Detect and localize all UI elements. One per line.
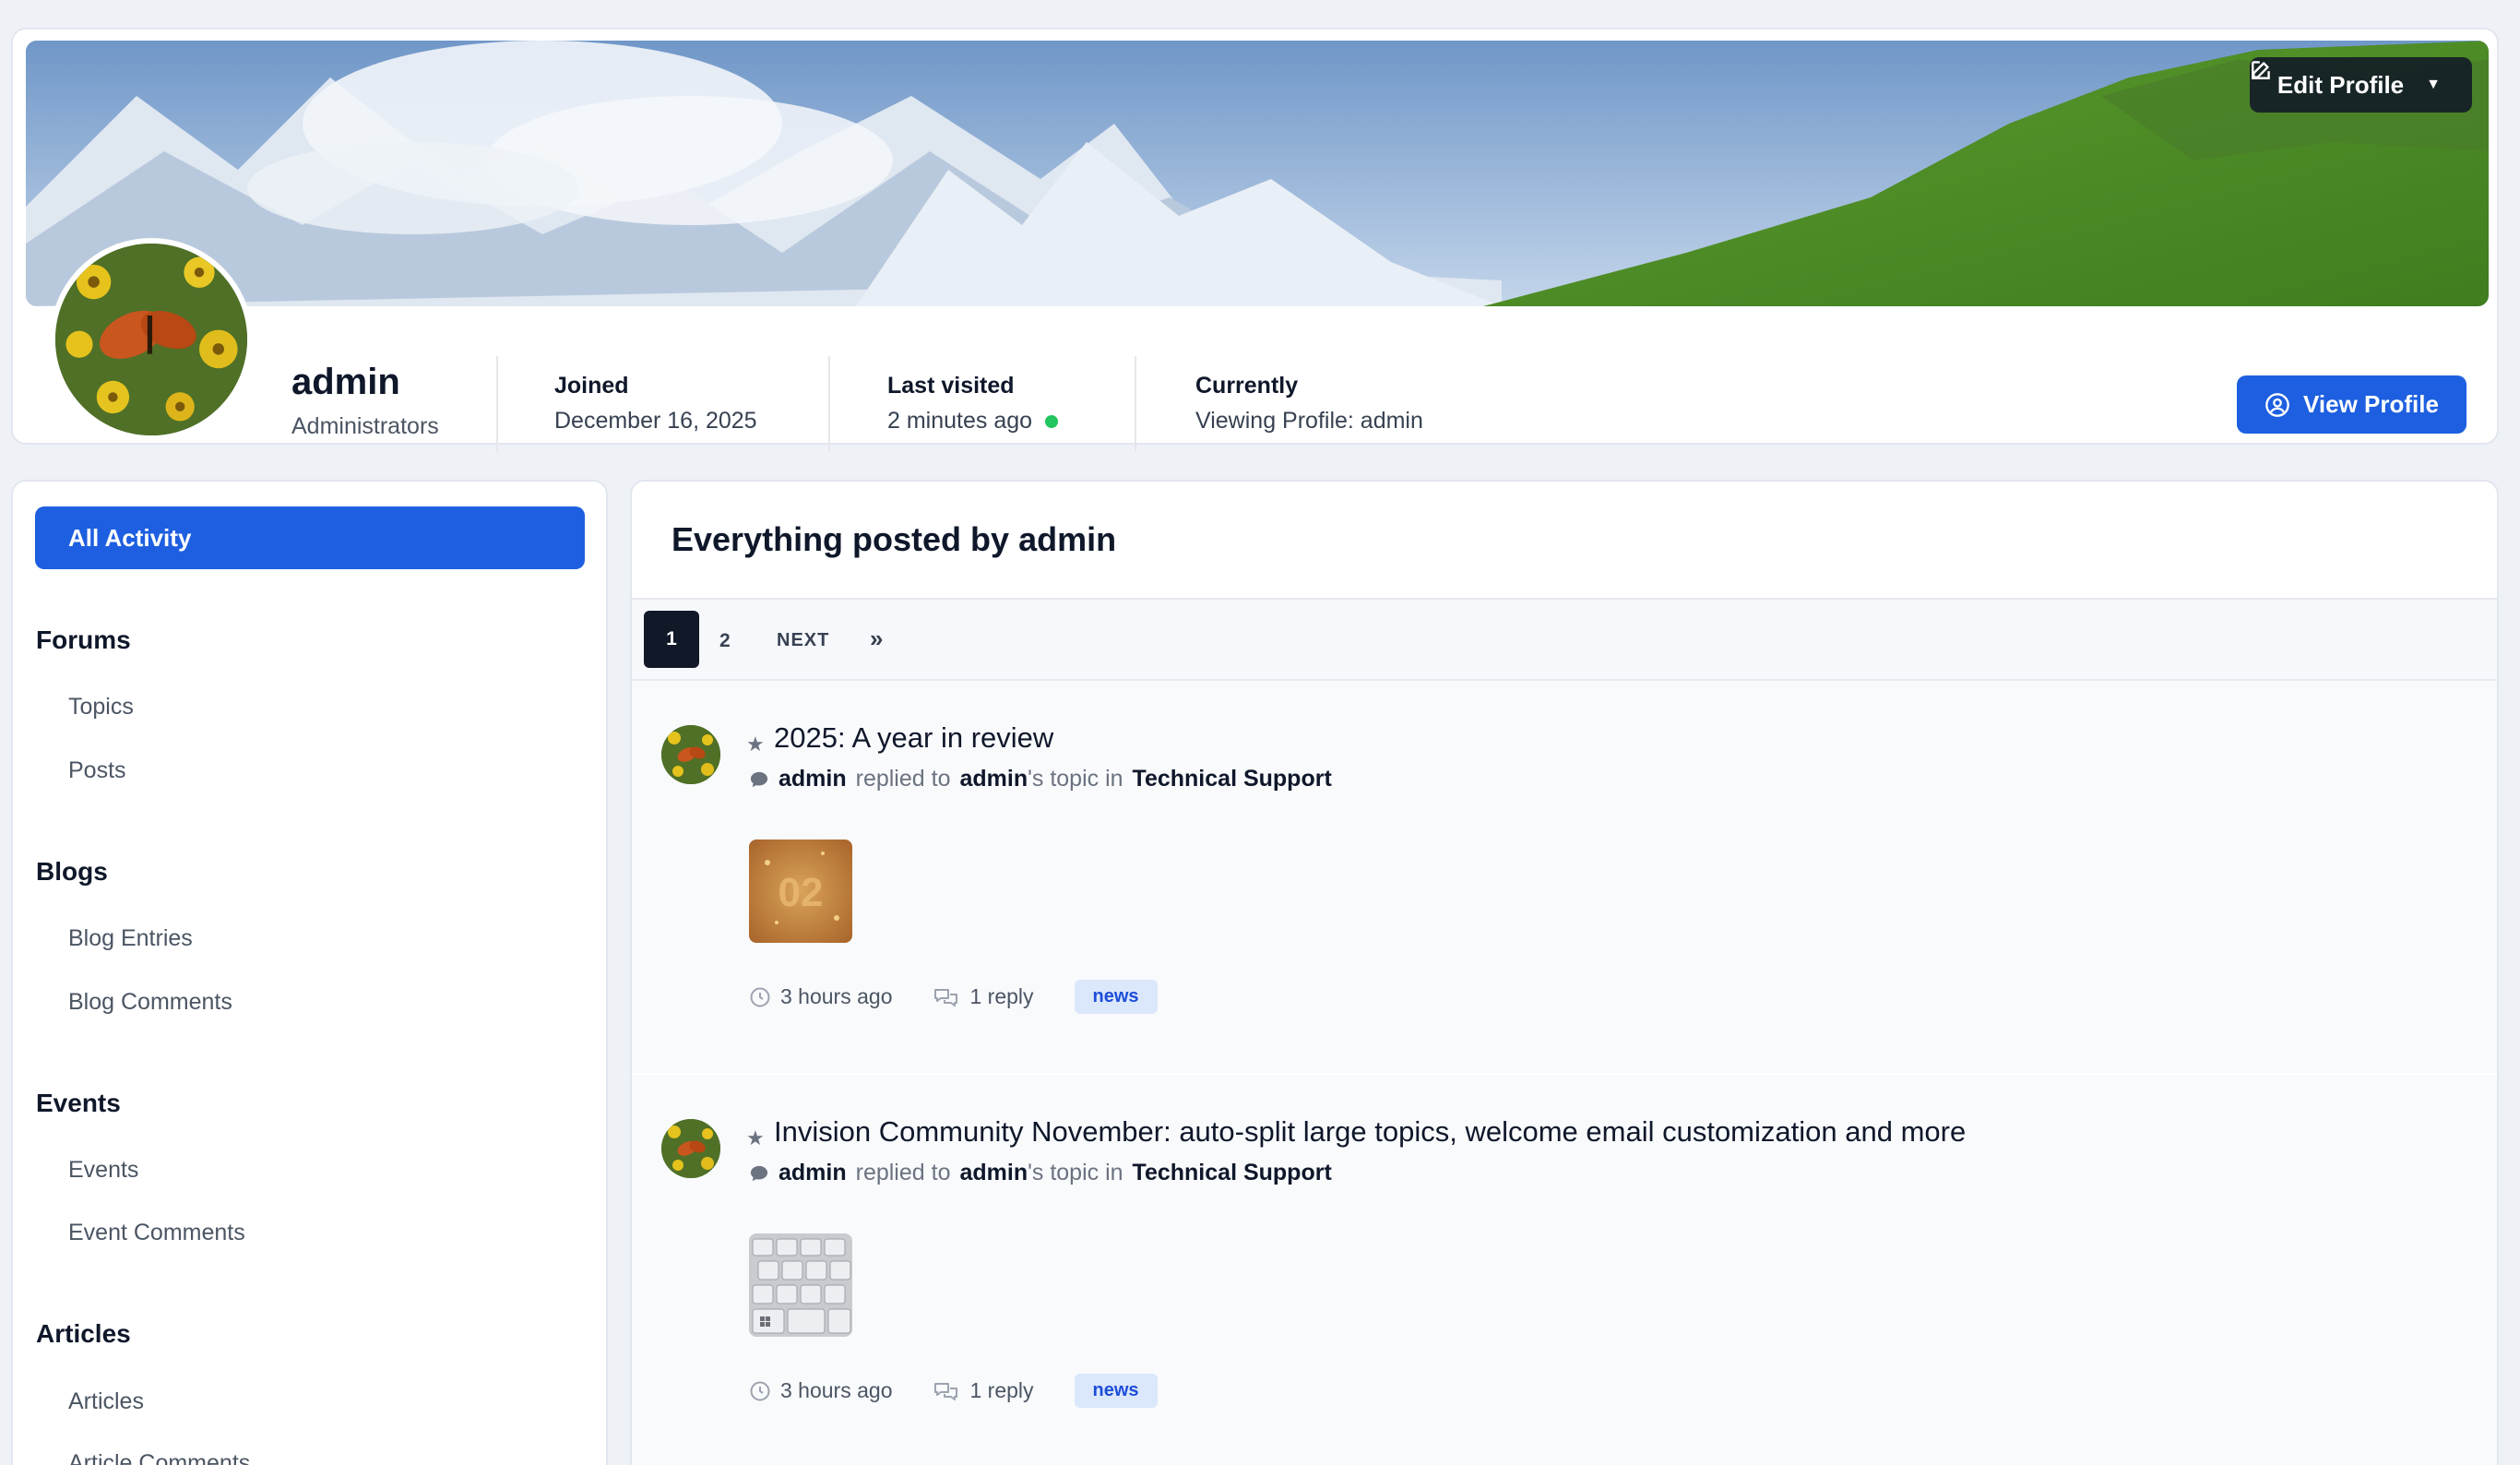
timestamp: 3 hours ago bbox=[749, 984, 892, 1009]
avatar[interactable] bbox=[661, 1119, 720, 1178]
joined-value: December 16, 2025 bbox=[554, 408, 757, 434]
page-2-link[interactable]: 2 bbox=[719, 630, 731, 652]
activity-sidebar: All Activity Forums Topics Posts Blogs B… bbox=[11, 480, 608, 1465]
currently-label: Currently bbox=[1195, 373, 1299, 399]
next-page-link[interactable]: NEXT bbox=[777, 630, 829, 651]
profile-header: Edit Profile ▼ admin Administrators Join… bbox=[11, 28, 2499, 452]
forum-link[interactable]: Technical Support bbox=[1133, 766, 1332, 792]
item-footer: 3 hours ago 1 reply news bbox=[749, 1374, 1158, 1408]
list-item: ★ Invision Community November: auto-spli… bbox=[632, 1075, 2497, 1465]
replies-text: 1 reply bbox=[969, 1378, 1034, 1402]
author-link[interactable]: admin bbox=[779, 766, 847, 792]
divider bbox=[828, 356, 830, 452]
online-status-icon bbox=[1045, 415, 1059, 429]
topic-owner-link[interactable]: admin bbox=[959, 1160, 1028, 1185]
view-profile-label: View Profile bbox=[2303, 390, 2439, 418]
avatar[interactable] bbox=[50, 238, 253, 441]
divider bbox=[496, 356, 498, 452]
butterfly-flowers-image bbox=[661, 1119, 720, 1178]
tag-badge[interactable]: news bbox=[1074, 1374, 1158, 1408]
chevron-down-icon: ▼ bbox=[2426, 77, 2441, 92]
keyboard-thumbnail-icon bbox=[749, 1233, 852, 1337]
gold-02-thumbnail-icon: 02 bbox=[749, 840, 852, 943]
activity-stream: Everything posted by admin 1 2 NEXT » ★ … bbox=[630, 480, 2499, 1465]
sidebar-item-topics[interactable]: Topics bbox=[68, 694, 134, 721]
item-footer: 3 hours ago 1 reply news bbox=[749, 980, 1158, 1014]
user-circle-icon bbox=[2265, 392, 2289, 417]
topic-owner-link[interactable]: admin bbox=[959, 766, 1028, 792]
member-name: admin bbox=[291, 362, 400, 402]
butterfly-flowers-image bbox=[55, 244, 247, 435]
sidebar-item-events[interactable]: Events bbox=[68, 1157, 138, 1184]
cover-photo: Edit Profile ▼ bbox=[26, 41, 2489, 306]
topic-suffix: 's topic in bbox=[1028, 766, 1123, 792]
all-activity-button[interactable]: All Activity bbox=[35, 506, 585, 569]
page-1-button[interactable]: 1 bbox=[644, 611, 699, 668]
sidebar-item-blog-comments[interactable]: Blog Comments bbox=[68, 989, 232, 1016]
time-text: 3 hours ago bbox=[780, 984, 893, 1008]
item-meta: admin replied to admin's topic in Techni… bbox=[749, 766, 1332, 792]
avatar[interactable] bbox=[661, 725, 720, 784]
item-meta: admin replied to admin's topic in Techni… bbox=[749, 1160, 1332, 1186]
sidebar-item-event-comments[interactable]: Event Comments bbox=[68, 1220, 245, 1246]
reply-count[interactable]: 1 reply bbox=[933, 1378, 1034, 1403]
edit-icon bbox=[2251, 61, 2270, 79]
tag-badge[interactable]: news bbox=[1074, 980, 1158, 1014]
sidebar-item-posts[interactable]: Posts bbox=[68, 757, 126, 784]
timestamp: 3 hours ago bbox=[749, 1378, 892, 1403]
item-title[interactable]: 2025: A year in review bbox=[774, 721, 1053, 755]
last-visited-label: Last visited bbox=[887, 373, 1015, 399]
comments-icon bbox=[934, 988, 958, 1006]
sidebar-heading-events: Events bbox=[36, 1089, 121, 1117]
star-icon: ★ bbox=[746, 732, 765, 756]
member-group: Administrators bbox=[291, 413, 439, 439]
last-visited-text: 2 minutes ago bbox=[887, 408, 1033, 434]
last-visited-value: 2 minutes ago bbox=[887, 408, 1059, 435]
thumbnail[interactable] bbox=[749, 1233, 852, 1337]
currently-value: Viewing Profile: admin bbox=[1195, 408, 1423, 434]
time-text: 3 hours ago bbox=[780, 1378, 893, 1402]
sidebar-heading-forums: Forums bbox=[36, 625, 131, 654]
edit-profile-button[interactable]: Edit Profile ▼ bbox=[2249, 57, 2472, 113]
replied-to-text: replied to bbox=[855, 1160, 951, 1185]
author-link[interactable]: admin bbox=[779, 1160, 847, 1186]
last-page-icon[interactable]: » bbox=[870, 625, 883, 653]
item-title[interactable]: Invision Community November: auto-split … bbox=[774, 1115, 1966, 1149]
svg-text:02: 02 bbox=[779, 870, 824, 915]
comment-icon bbox=[750, 771, 768, 787]
joined-label: Joined bbox=[554, 373, 629, 399]
comments-icon bbox=[934, 1382, 958, 1400]
pagination: 1 2 NEXT » bbox=[632, 598, 2497, 681]
page-title: Everything posted by admin bbox=[672, 520, 1117, 558]
sidebar-heading-blogs: Blogs bbox=[36, 857, 108, 886]
clock-icon bbox=[750, 1381, 770, 1400]
mountain-landscape-image bbox=[26, 41, 2489, 306]
clock-icon bbox=[750, 987, 770, 1006]
star-icon: ★ bbox=[746, 1126, 765, 1149]
topic-suffix: 's topic in bbox=[1028, 1160, 1123, 1185]
sidebar-item-article-comments[interactable]: Article Comments bbox=[68, 1450, 250, 1465]
edit-profile-label: Edit Profile bbox=[2276, 70, 2405, 99]
replied-to-text: replied to bbox=[855, 766, 951, 792]
forum-link[interactable]: Technical Support bbox=[1133, 1160, 1332, 1186]
replies-text: 1 reply bbox=[969, 984, 1034, 1008]
sidebar-heading-articles: Articles bbox=[36, 1319, 131, 1348]
sidebar-item-blog-entries[interactable]: Blog Entries bbox=[68, 925, 193, 952]
view-profile-button[interactable]: View Profile bbox=[2237, 375, 2467, 434]
thumbnail[interactable]: 02 bbox=[749, 840, 852, 943]
butterfly-flowers-image bbox=[661, 725, 720, 784]
sidebar-item-articles[interactable]: Articles bbox=[68, 1388, 144, 1415]
list-item: ★ 2025: A year in review admin replied t… bbox=[632, 681, 2497, 1075]
reply-count[interactable]: 1 reply bbox=[933, 984, 1034, 1009]
comment-icon bbox=[750, 1165, 768, 1181]
divider bbox=[1135, 356, 1136, 452]
